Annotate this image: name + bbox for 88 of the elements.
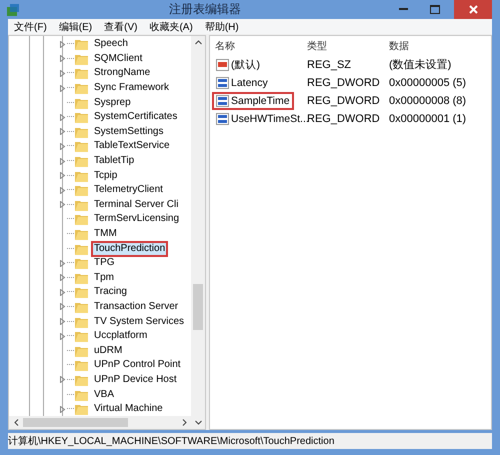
menu-item[interactable]: 文件(F) (14, 20, 47, 34)
folder-icon (75, 82, 88, 94)
tree-item[interactable]: Sync Framework (91, 81, 172, 96)
menu-item[interactable]: 收藏夹(A) (149, 20, 193, 34)
tree-item[interactable]: Tracing (91, 285, 130, 300)
tree-item[interactable]: TPG (91, 256, 118, 270)
minimize-icon (398, 8, 408, 10)
tree-item[interactable]: uDRM (91, 344, 126, 358)
binary-value-icon (216, 112, 229, 125)
folder-icon (75, 388, 88, 401)
folder-icon (75, 286, 88, 298)
column-header[interactable]: 名称 (215, 38, 307, 53)
string-value-icon (216, 58, 229, 71)
tree-item[interactable]: StrongName (91, 66, 154, 80)
value-data: 0x00000005 (5) (389, 76, 468, 89)
tree-item[interactable]: TableTextService (91, 139, 173, 154)
app-icon (6, 2, 20, 17)
folder-icon (75, 403, 88, 416)
tree-item[interactable]: Terminal Server Cli (91, 198, 182, 212)
column-header[interactable]: 数据 (389, 38, 485, 53)
tree-item[interactable]: TermServLicensing (91, 212, 182, 226)
folder-icon (75, 330, 88, 342)
tree-item[interactable]: TabletTip (91, 154, 138, 168)
folder-icon (75, 359, 88, 372)
folder-icon (75, 184, 88, 196)
value-data: 0x00000008 (8) (389, 94, 468, 107)
tree-item[interactable]: SystemCertificates (91, 110, 180, 124)
value-name[interactable]: SampleTime (212, 92, 294, 110)
window-title: 注册表编辑器 (168, 1, 242, 18)
status-path: 计算机\HKEY_LOCAL_MACHINE\SOFTWARE\Microsoft\TouchPrediction (8, 434, 334, 448)
value-name[interactable]: (默认) (212, 54, 264, 75)
folder-icon (75, 272, 88, 284)
tree-item[interactable]: Uccplatform (91, 329, 150, 344)
scrollbar-thumb[interactable] (193, 284, 203, 330)
scrollbar-thumb[interactable] (23, 418, 128, 428)
folder-icon (75, 155, 88, 168)
scroll-down-icon (194, 420, 202, 425)
folder-icon (75, 242, 88, 255)
tree-item[interactable]: TV System Services (91, 314, 188, 329)
folder-icon (75, 228, 88, 240)
maximize-icon (430, 4, 440, 14)
tree-item[interactable]: Tpm (91, 270, 117, 285)
folder-icon (75, 170, 88, 182)
tree-item[interactable]: SQMClient (91, 52, 146, 66)
folder-icon (75, 52, 88, 65)
folder-icon (75, 300, 88, 313)
scroll-right-icon (182, 419, 186, 426)
value-type: REG_DWORD (307, 94, 381, 107)
folder-icon (75, 67, 88, 80)
tree-item[interactable]: Tcpip (91, 168, 120, 183)
tree-item[interactable]: TMM (91, 226, 120, 241)
scroll-left-icon (14, 419, 18, 426)
tree-item[interactable]: UPnP Device Host (91, 372, 180, 387)
folder-icon (75, 111, 88, 124)
folder-icon (75, 126, 88, 138)
tree-item[interactable]: Sysprep (91, 96, 134, 110)
folder-icon (75, 374, 88, 386)
folder-icon (75, 344, 88, 357)
value-data: 0x00000001 (1) (389, 112, 468, 125)
value-type: REG_SZ (307, 58, 352, 71)
menu-item[interactable]: 帮助(H) (204, 20, 239, 34)
menu-item[interactable]: 查看(V) (104, 20, 138, 34)
tree-item[interactable]: TelemetryClient (91, 183, 166, 198)
menu-item[interactable]: 编辑(E) (58, 20, 92, 34)
tree-item[interactable]: Virtual Machine (91, 402, 166, 416)
tree-item[interactable]: VBA (91, 388, 118, 402)
tree-item[interactable]: Speech (91, 37, 131, 52)
value-type: REG_DWORD (307, 76, 381, 89)
scroll-up-icon (194, 40, 202, 46)
tree-item[interactable]: SystemSettings (91, 124, 166, 139)
tree-item[interactable]: Transaction Server (91, 300, 182, 314)
folder-icon (75, 316, 88, 328)
value-type: REG_DWORD (307, 112, 381, 125)
folder-icon (75, 198, 88, 211)
tree-item[interactable]: UPnP Control Point (91, 358, 184, 372)
binary-value-icon (216, 76, 229, 89)
folder-icon (75, 257, 88, 270)
close-icon (468, 5, 478, 14)
value-data: (数值未设置) (389, 58, 452, 72)
folder-icon (75, 213, 88, 226)
tree-item[interactable]: TouchPrediction (91, 240, 168, 257)
binary-value-icon (216, 94, 229, 107)
folder-icon (75, 38, 88, 50)
value-name[interactable]: Latency (212, 74, 272, 92)
column-header[interactable]: 类型 (307, 38, 389, 53)
close-button[interactable] (454, 0, 492, 19)
folder-icon (75, 140, 88, 152)
folder-icon (75, 96, 88, 109)
